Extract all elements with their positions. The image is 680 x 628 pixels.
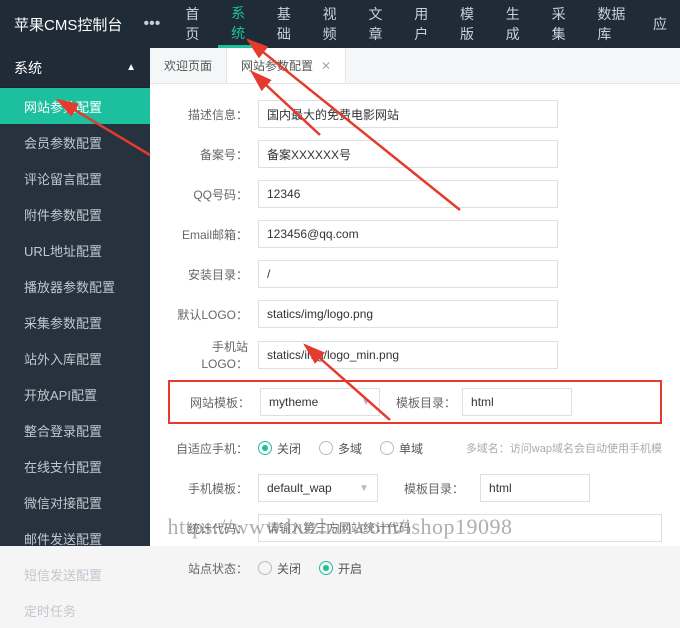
label-icp: 备案号： [168,146,248,163]
label-status: 站点状态： [168,560,248,577]
input-mtemplate-dir[interactable] [480,474,590,502]
label-mtemplate-dir: 模板目录： [404,480,464,497]
note-adaptive: 多域名：访问wap域名会自动使用手机模 [466,440,662,456]
sidebar-item-login-params[interactable]: 整合登录配置 [0,412,150,448]
sidebar-group-label: 系统 [14,58,42,78]
sidebar-item-player-params[interactable]: 播放器参数配置 [0,268,150,304]
sidebar-group-system[interactable]: 系统 ▲ [0,48,150,88]
main-area: 欢迎页面 网站参数配置 ✕ 描述信息： 备案号： QQ号码： Email邮箱： … [150,48,680,546]
radio-adaptive-multi[interactable]: 多域 [319,440,362,457]
radio-adaptive-single[interactable]: 单域 [380,440,423,457]
label-email: Email邮箱： [168,226,248,243]
sidebar: 系统 ▲ 网站参数配置 会员参数配置 评论留言配置 附件参数配置 URL地址配置… [0,48,150,546]
label-template: 网站模板： [174,394,250,411]
label-desc: 描述信息： [168,106,248,123]
select-template[interactable]: mytheme ▼ [260,388,380,416]
sidebar-item-pay-params[interactable]: 在线支付配置 [0,448,150,484]
input-email[interactable] [258,220,558,248]
select-value: default_wap [267,481,332,495]
radio-icon [319,441,333,455]
input-desc[interactable] [258,100,558,128]
select-value: mytheme [269,395,318,409]
topnav-basic[interactable]: 基础 [264,0,310,48]
input-template-dir[interactable] [462,388,572,416]
tab-welcome[interactable]: 欢迎页面 [150,48,227,83]
topnav-article[interactable]: 文章 [355,0,401,48]
input-mlogo[interactable] [258,341,558,369]
label-logo: 默认LOGO： [168,306,248,323]
sidebar-item-api-params[interactable]: 开放API配置 [0,376,150,412]
tab-site-params[interactable]: 网站参数配置 ✕ [227,48,346,83]
tabs: 欢迎页面 网站参数配置 ✕ [150,48,680,84]
topnav-more[interactable]: 应 [640,0,680,48]
radio-icon [258,441,272,455]
tab-label: 网站参数配置 [241,57,313,74]
tab-label: 欢迎页面 [164,57,212,74]
topnav-database[interactable]: 数据库 [584,0,640,48]
radio-icon [380,441,394,455]
input-install[interactable] [258,260,558,288]
select-mtemplate[interactable]: default_wap ▼ [258,474,378,502]
sidebar-item-site-params[interactable]: 网站参数配置 [0,88,150,124]
label-install: 安装目录： [168,266,248,283]
input-logo[interactable] [258,300,558,328]
topnav-user[interactable]: 用户 [401,0,447,48]
sidebar-item-external-params[interactable]: 站外入库配置 [0,340,150,376]
input-qq[interactable] [258,180,558,208]
sidebar-item-collect-params[interactable]: 采集参数配置 [0,304,150,340]
topnav-generate[interactable]: 生成 [493,0,539,48]
topnav-collect[interactable]: 采集 [539,0,585,48]
label-qq: QQ号码： [168,186,248,203]
sidebar-item-member-params[interactable]: 会员参数配置 [0,124,150,160]
radio-adaptive-off[interactable]: 关闭 [258,440,301,457]
topnav-home[interactable]: 首页 [172,0,218,48]
radio-icon [319,561,333,575]
settings-form: 描述信息： 备案号： QQ号码： Email邮箱： 安装目录： 默认LOGO： … [150,84,680,628]
sidebar-item-url-params[interactable]: URL地址配置 [0,232,150,268]
topnav-system[interactable]: 系统 [218,0,264,48]
highlight-template-box: 网站模板： mytheme ▼ 模板目录： [168,380,662,424]
brand-title: 苹果CMS控制台 [0,14,132,35]
sidebar-item-cron[interactable]: 定时任务 [0,592,150,628]
radio-group-status: 关闭 开启 [258,560,362,577]
topnav-template[interactable]: 模版 [447,0,493,48]
input-icp[interactable] [258,140,558,168]
watermark-text: https://www.huzhan.com/ishop19098 [0,514,680,540]
label-mlogo: 手机站LOGO： [168,338,248,372]
top-nav: ••• 首页 系统 基础 视频 文章 用户 模版 生成 采集 数据库 应 [132,0,680,48]
label-mtemplate: 手机模板： [168,480,248,497]
radio-icon [258,561,272,575]
sidebar-item-comment-params[interactable]: 评论留言配置 [0,160,150,196]
radio-group-adaptive: 关闭 多域 单域 [258,440,423,457]
sidebar-item-attachment-params[interactable]: 附件参数配置 [0,196,150,232]
chevron-down-icon: ▼ [361,397,371,408]
more-icon[interactable]: ••• [132,15,173,33]
chevron-down-icon: ▼ [359,483,369,494]
sidebar-item-sms-params[interactable]: 短信发送配置 [0,556,150,592]
label-template-dir: 模板目录： [396,394,456,411]
radio-status-on[interactable]: 开启 [319,560,362,577]
label-adaptive: 自适应手机： [168,440,248,457]
topnav-video[interactable]: 视频 [310,0,356,48]
chevron-up-icon: ▲ [126,62,136,73]
close-icon[interactable]: ✕ [321,59,331,73]
radio-status-off[interactable]: 关闭 [258,560,301,577]
